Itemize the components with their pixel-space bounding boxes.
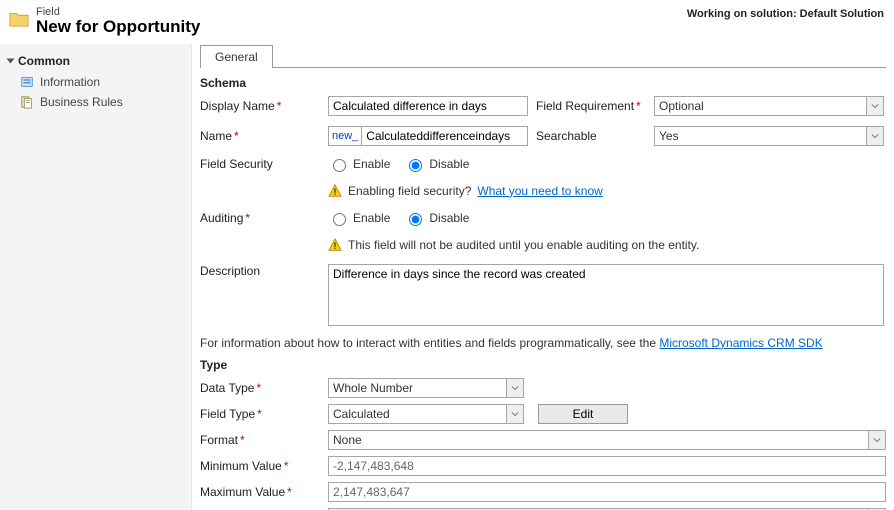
- display-name-input[interactable]: [328, 96, 528, 116]
- auditing-disable-radio[interactable]: Disable: [404, 210, 469, 226]
- tab-general[interactable]: General: [200, 45, 273, 68]
- label-format: Format*: [200, 433, 320, 447]
- information-icon: [20, 75, 34, 89]
- sidebar-item-label: Information: [40, 75, 100, 89]
- description-textarea[interactable]: Difference in days since the record was …: [328, 264, 884, 326]
- chevron-down-icon: [506, 405, 523, 423]
- solution-label: Working on solution: Default Solution: [687, 6, 884, 20]
- name-input[interactable]: [361, 126, 528, 146]
- label-searchable: Searchable: [536, 129, 646, 143]
- page-title: New for Opportunity: [36, 18, 687, 37]
- label-minimum-value: Minimum Value*: [200, 459, 320, 473]
- sidebar-item-information[interactable]: Information: [0, 72, 191, 92]
- label-display-name: Display Name*: [200, 99, 320, 113]
- chevron-down-icon: [868, 431, 885, 449]
- section-title-type: Type: [200, 358, 886, 372]
- format-value: None: [333, 433, 362, 447]
- chevron-down-icon: [866, 127, 883, 145]
- label-description: Description: [200, 264, 320, 278]
- label-data-type: Data Type*: [200, 381, 320, 395]
- label-field-type: Field Type*: [200, 407, 320, 421]
- format-select[interactable]: None: [328, 430, 886, 450]
- minimum-value-input[interactable]: [328, 456, 886, 476]
- label-maximum-value: Maximum Value*: [200, 485, 320, 499]
- business-rules-icon: [20, 95, 34, 109]
- ime-mode-select[interactable]: auto: [328, 508, 886, 510]
- security-hint-text: Enabling field security?: [348, 184, 471, 198]
- maximum-value-input[interactable]: [328, 482, 886, 502]
- sdk-info-link[interactable]: Microsoft Dynamics CRM SDK: [659, 336, 822, 350]
- main-panel: General Schema Display Name* Field Requi…: [192, 44, 894, 510]
- chevron-down-icon: [866, 97, 883, 115]
- label-field-security: Field Security: [200, 157, 320, 171]
- field-type-select[interactable]: Calculated: [328, 404, 524, 424]
- label-name: Name*: [200, 129, 320, 143]
- sidebar-item-business-rules[interactable]: Business Rules: [0, 92, 191, 112]
- searchable-value: Yes: [659, 129, 679, 143]
- sidebar-item-label: Business Rules: [40, 95, 123, 109]
- security-hint-link[interactable]: What you need to know: [477, 184, 602, 198]
- field-requirement-select[interactable]: Optional: [654, 96, 884, 116]
- data-type-value: Whole Number: [333, 381, 413, 395]
- chevron-down-icon: [506, 379, 523, 397]
- sidebar-group-common[interactable]: Common: [0, 50, 191, 72]
- sidebar: Common Information Business Rules: [0, 44, 192, 510]
- auditing-warning-text: This field will not be audited until you…: [348, 238, 699, 252]
- edit-button[interactable]: Edit: [538, 404, 628, 424]
- field-type-value: Calculated: [333, 407, 390, 421]
- searchable-select[interactable]: Yes: [654, 126, 884, 146]
- field-requirement-value: Optional: [659, 99, 704, 113]
- field-security-enable-radio[interactable]: Enable: [328, 156, 390, 172]
- auditing-enable-radio[interactable]: Enable: [328, 210, 390, 226]
- chevron-down-icon: [7, 58, 15, 63]
- name-prefix: new_: [328, 126, 361, 146]
- label-auditing: Auditing*: [200, 211, 320, 225]
- warning-icon: [328, 238, 342, 252]
- warning-icon: [328, 184, 342, 198]
- data-type-select[interactable]: Whole Number: [328, 378, 524, 398]
- label-field-requirement: Field Requirement*: [536, 99, 646, 113]
- sidebar-group-label: Common: [18, 54, 70, 68]
- sdk-info-text: For information about how to interact wi…: [200, 336, 659, 350]
- section-title-schema: Schema: [200, 76, 886, 90]
- tab-bar: General: [200, 44, 886, 68]
- field-entity-icon: [8, 8, 30, 28]
- field-security-disable-radio[interactable]: Disable: [404, 156, 469, 172]
